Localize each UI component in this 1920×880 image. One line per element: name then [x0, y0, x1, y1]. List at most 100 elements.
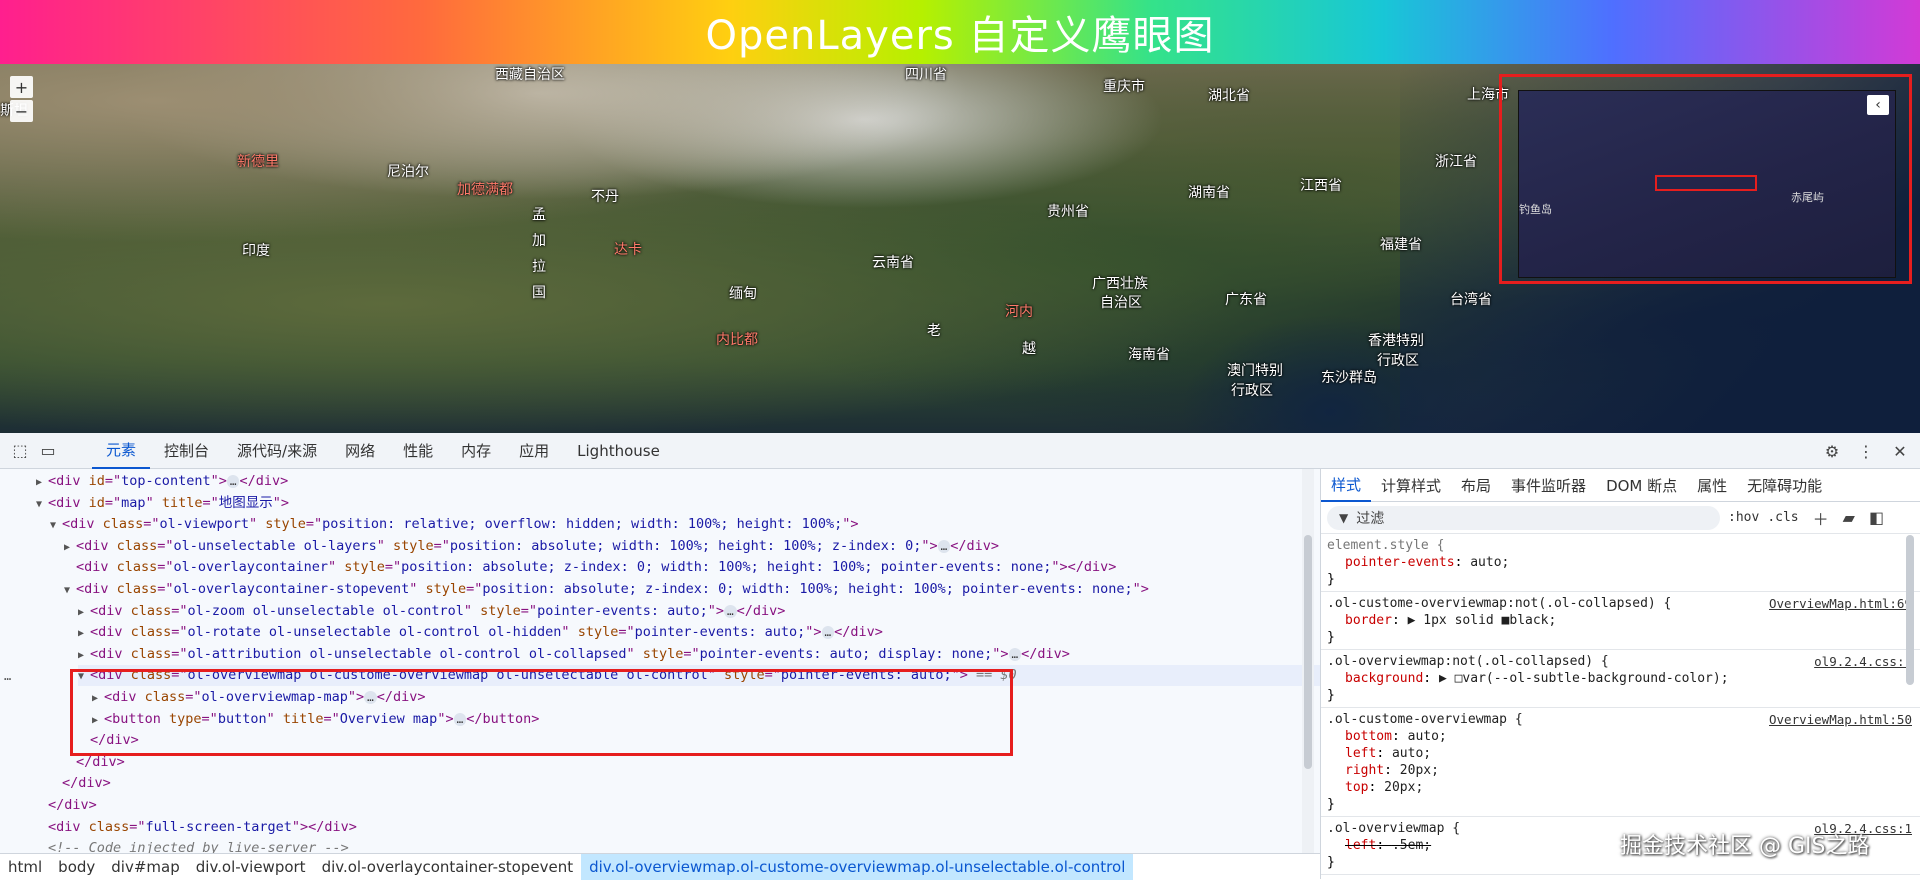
code-token: ">	[707, 602, 725, 619]
breadcrumb-item[interactable]: body	[50, 854, 103, 880]
settings-gear-icon[interactable]: ⚙	[1818, 437, 1846, 465]
device-toolbar-icon[interactable]: ▭	[34, 437, 62, 465]
breadcrumb-item[interactable]: div.ol-overviewmap.ol-custome-overviewma…	[581, 853, 1134, 880]
elements-scrollbar[interactable]	[1302, 469, 1314, 853]
gutter-more-icon[interactable]: …	[4, 669, 11, 683]
breadcrumb-item[interactable]: div.ol-overlaycontainer-stopevent	[314, 854, 582, 880]
style-declaration[interactable]: border: ▶ 1px solid ■black;	[1327, 612, 1914, 629]
styles-subtab[interactable]: 样式	[1321, 469, 1372, 502]
rule-close-brace: }	[1327, 688, 1335, 703]
dom-node-line[interactable]: ▶ <div class="ol-zoom ol-unselectable ol-…	[78, 601, 1320, 622]
style-declaration[interactable]: left: auto;	[1327, 745, 1914, 762]
styles-subtab[interactable]: 属性	[1687, 469, 1737, 502]
devtools-tab[interactable]: 网络	[331, 433, 389, 469]
dom-node-line[interactable]: ▼ <div class="ol-viewport" style="positio…	[50, 514, 1320, 535]
style-declaration[interactable]: top: 20px;	[1327, 779, 1914, 796]
style-declaration[interactable]: bottom: auto;	[1327, 728, 1914, 745]
code-token: ">	[921, 537, 938, 554]
cls-toggle[interactable]: .cls	[1767, 510, 1798, 525]
expand-triangle-icon[interactable]: ▶	[36, 472, 48, 493]
collapsed-children-badge[interactable]: …	[821, 626, 835, 640]
breadcrumb-item[interactable]: div#map	[103, 854, 187, 880]
scrollbar-thumb[interactable]	[1304, 535, 1312, 769]
breadcrumb-item[interactable]: html	[0, 854, 50, 880]
map-place-label: 新德里	[237, 154, 279, 170]
collapsed-children-badge[interactable]: …	[226, 475, 240, 488]
paint-icon[interactable]: ▰	[1843, 508, 1855, 527]
zoom-in-button[interactable]: +	[10, 76, 33, 98]
dom-node-line[interactable]: ▶ <div id="top-content">… </div>	[36, 471, 1320, 492]
filter-input[interactable]: ▼ 过滤	[1327, 505, 1720, 530]
code-token: full-screen-target	[145, 818, 292, 835]
declaration-property: right	[1345, 763, 1385, 778]
styles-subtab[interactable]: DOM 断点	[1596, 469, 1687, 502]
expand-triangle-icon[interactable]: ▼	[36, 494, 48, 515]
expand-triangle-icon[interactable]: ▶	[78, 645, 90, 666]
add-rule-icon[interactable]: ＋	[1813, 506, 1829, 530]
scrollbar-thumb[interactable]	[1906, 535, 1914, 685]
expand-triangle-icon[interactable]: ▼	[64, 580, 76, 601]
style-rule[interactable]: element.style {pointer-events: auto;}	[1321, 534, 1920, 592]
page-header: OpenLayers 自定义鹰眼图	[0, 0, 1920, 64]
collapsed-children-badge[interactable]: …	[724, 604, 737, 618]
map-view[interactable]: 西藏自治区四川省重庆市湖北省上海市斯坦新德里尼泊尔加德满都不丹浙江省江西省湖南省…	[0, 64, 1920, 433]
rule-source-link[interactable]: OverviewMap.html:50	[1769, 712, 1912, 727]
expand-triangle-icon[interactable]: ▶	[78, 602, 90, 623]
devtools-tab[interactable]: 应用	[505, 433, 563, 469]
expand-triangle-icon[interactable]: ▼	[50, 515, 62, 536]
map-place-label: 重庆市	[1103, 79, 1145, 95]
close-icon[interactable]: ✕	[1886, 437, 1914, 465]
sidebar-toggle-icon[interactable]: ◧	[1869, 508, 1884, 527]
zoom-out-button[interactable]: −	[10, 100, 33, 122]
rule-source-link[interactable]: ol9.2.4.css:1	[1814, 654, 1912, 669]
code-token: </div>	[1021, 645, 1070, 662]
devtools-tab[interactable]: 元素	[92, 433, 151, 469]
styles-subtab[interactable]: 计算样式	[1371, 469, 1451, 502]
map-place-label: 缅甸	[729, 286, 757, 302]
expand-triangle-icon[interactable]: ▶	[78, 623, 90, 644]
devtools-tab[interactable]: 源代码/来源	[223, 433, 331, 469]
code-token: "	[248, 516, 266, 533]
styles-scrollbar[interactable]	[1906, 535, 1916, 815]
inspect-element-icon[interactable]: ⬚	[6, 437, 34, 465]
code-token: "	[376, 537, 394, 554]
style-declaration[interactable]: background: ▶ □var(--ol-subtle-backgroun…	[1327, 670, 1914, 687]
rule-selector: element.style {	[1327, 538, 1445, 553]
dom-node-line[interactable]: ▶ <div class="ol-attribution ol-unselecta…	[78, 644, 1320, 665]
style-rule[interactable]: .ol-custome-overviewmap:not(.ol-collapse…	[1321, 592, 1920, 650]
style-declaration[interactable]: pointer-events: auto;	[1327, 554, 1914, 571]
devtools-tab[interactable]: 内存	[447, 433, 505, 469]
code-token: ="	[520, 602, 538, 619]
dom-node-line[interactable]: ▼ <div class="ol-overlaycontainer-stopeve…	[64, 579, 1320, 600]
more-options-icon[interactable]: ⋮	[1852, 437, 1880, 465]
dom-node-line[interactable]: <div class="full-screen-target"></div>	[36, 817, 1320, 838]
map-place-label: 尼泊尔	[387, 164, 429, 180]
styles-subtab[interactable]: 无障碍功能	[1737, 469, 1832, 502]
dom-node-line[interactable]: <div class="ol-overlaycontainer" style="…	[64, 557, 1320, 578]
code-token: ="	[157, 559, 174, 576]
elements-tree[interactable]: … ▶ <div id="top-content">… </div> ▼ <div id…	[0, 469, 1320, 853]
hov-toggle[interactable]: :hov	[1728, 510, 1759, 525]
dom-node-line[interactable]: </div>	[36, 795, 1320, 816]
breadcrumb-item[interactable]: div.ol-viewport	[188, 854, 314, 880]
devtools-tab[interactable]: 控制台	[150, 433, 223, 469]
devtools-tab[interactable]: Lighthouse	[563, 433, 674, 469]
rule-source-link[interactable]: OverviewMap.html:69	[1769, 596, 1912, 611]
devtools-tab[interactable]: 性能	[389, 433, 447, 469]
style-rule[interactable]: .ol-custome-overviewmap {OverviewMap.htm…	[1321, 708, 1920, 817]
dom-node-line[interactable]: ▶ <div class="ol-unselectable ol-layers" …	[64, 536, 1320, 557]
style-declaration[interactable]: right: 20px;	[1327, 762, 1914, 779]
dom-node-line[interactable]: <!-- Code injected by live-server -->	[36, 838, 1320, 853]
styles-subtab[interactable]: 事件监听器	[1501, 469, 1596, 502]
styles-subtab[interactable]: 布局	[1451, 469, 1501, 502]
dom-node-line[interactable]: ▼ <div id="map" title="地图显示">	[36, 493, 1320, 514]
expand-triangle-icon[interactable]: ▶	[64, 537, 76, 558]
dom-node-line[interactable]: ▶ <div class="ol-rotate ol-unselectable o…	[78, 622, 1320, 643]
style-rule[interactable]: .ol-overviewmap:not(.ol-collapsed) {ol9.…	[1321, 650, 1920, 708]
code-token: ="	[384, 559, 402, 576]
dom-node-line[interactable]: </div>	[50, 773, 1320, 794]
map-place-label: 浙江省	[1435, 154, 1477, 170]
collapsed-children-badge[interactable]: …	[937, 539, 951, 553]
collapsed-children-badge[interactable]: …	[1008, 647, 1022, 661]
selected-node-highlight	[70, 669, 1013, 756]
